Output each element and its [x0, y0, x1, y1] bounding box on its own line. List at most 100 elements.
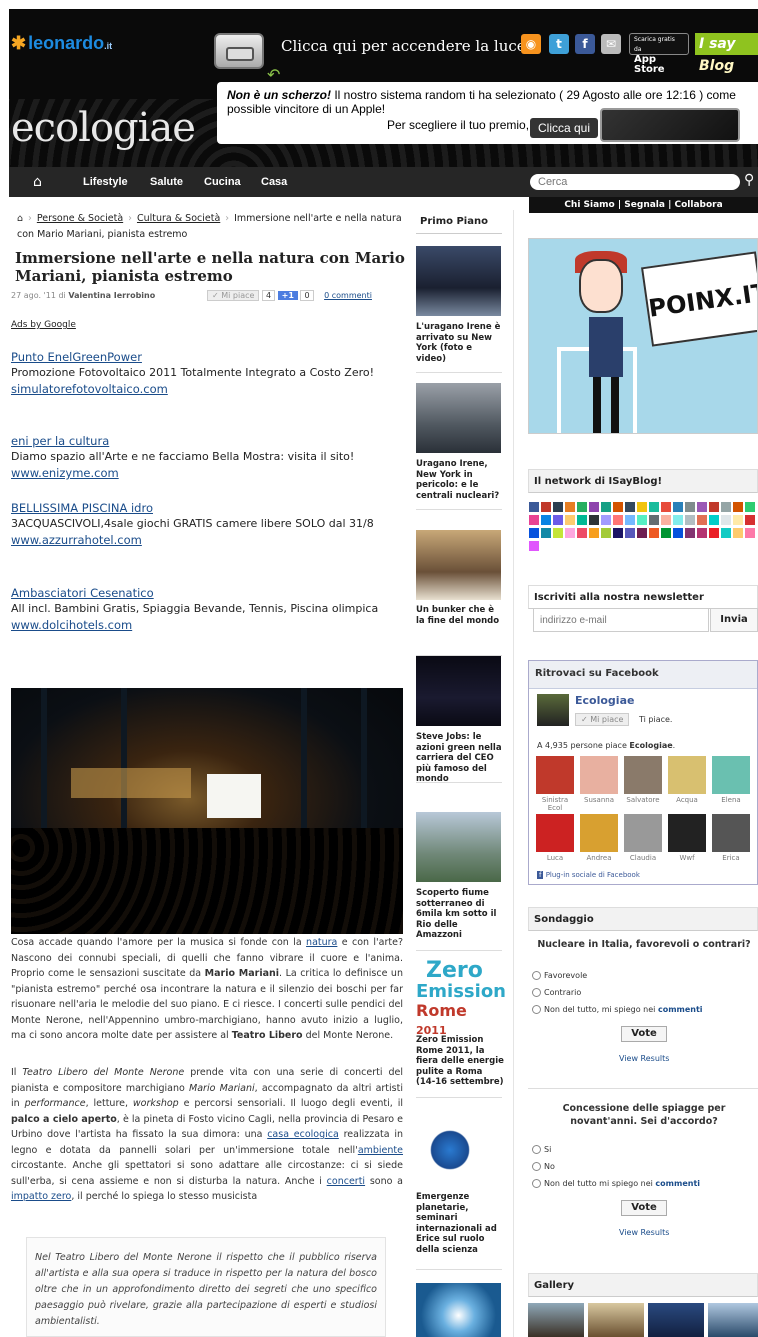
network-site-icon[interactable] [529, 541, 539, 551]
network-site-icon[interactable] [649, 502, 659, 512]
ad-url[interactable]: www.azzurrahotel.com [11, 532, 404, 548]
radio-button[interactable] [532, 1162, 541, 1171]
light-switch-label[interactable]: Clicca qui per accendere la luce [281, 37, 526, 55]
poll-option[interactable]: Si [532, 1145, 551, 1154]
facebook-page-name[interactable]: Ecologiae [575, 694, 634, 707]
light-switch-icon[interactable] [214, 33, 264, 69]
primo-piano-headline[interactable]: Emergenze planetarie, seminari internazi… [416, 1192, 504, 1255]
network-site-icon[interactable] [685, 528, 695, 538]
primo-piano-thumb[interactable] [416, 246, 501, 316]
poll-option[interactable]: Contrario [532, 988, 581, 997]
poll-option[interactable]: Non del tutto mi spiego nei commenti [532, 1179, 700, 1188]
vote-button[interactable]: Vote [621, 1200, 667, 1216]
network-site-icon[interactable] [601, 528, 611, 538]
network-site-icon[interactable] [529, 515, 539, 525]
network-site-icon[interactable] [697, 528, 707, 538]
ecologiae-page-avatar[interactable] [537, 694, 569, 726]
poll-option[interactable]: Favorevole [532, 971, 587, 980]
facebook-fan[interactable]: Susanna [579, 756, 619, 804]
ad-url[interactable]: simulatorefotovoltaico.com [11, 381, 404, 397]
facebook-fan[interactable]: Acqua [667, 756, 707, 804]
mail-icon[interactable]: ✉ [601, 34, 621, 54]
network-site-icon[interactable] [697, 502, 707, 512]
network-site-icon[interactable] [637, 515, 647, 525]
nav-item-casa[interactable]: Casa [261, 176, 287, 188]
network-site-icon[interactable] [625, 502, 635, 512]
nav-item-cucina[interactable]: Cucina [204, 176, 241, 188]
network-site-icon[interactable] [553, 515, 563, 525]
primo-piano-thumb[interactable] [416, 656, 501, 726]
network-site-icon[interactable] [625, 515, 635, 525]
facebook-fan[interactable]: Elena [711, 756, 751, 804]
network-site-icon[interactable] [637, 502, 647, 512]
network-site-icon[interactable] [601, 515, 611, 525]
zero-emission-logo[interactable]: Zero Emission Rome 2011 [416, 960, 506, 1037]
promo-banner[interactable]: Non è un scherzo! Il nostro sistema rand… [217, 82, 758, 144]
network-site-icon[interactable] [745, 502, 755, 512]
network-site-icon[interactable] [745, 515, 755, 525]
nav-item-salute[interactable]: Salute [150, 176, 183, 188]
network-site-icon[interactable] [541, 502, 551, 512]
newsletter-submit-button[interactable]: Invia [710, 608, 758, 632]
radio-button[interactable] [532, 971, 541, 980]
network-site-icon[interactable] [589, 515, 599, 525]
search-icon[interactable]: ⚲ [744, 172, 754, 188]
primo-piano-headline[interactable]: L'uragano Irene è arrivato su New York (… [416, 322, 504, 364]
facebook-plugin-label[interactable]: f Plug-in sociale di Facebook [537, 871, 640, 879]
network-site-icon[interactable] [613, 502, 623, 512]
comments-link[interactable]: 0 commenti [324, 291, 372, 300]
gallery-thumb[interactable] [528, 1303, 584, 1337]
radio-button[interactable] [532, 1179, 541, 1188]
network-site-icon[interactable] [733, 528, 743, 538]
network-site-icon[interactable] [601, 502, 611, 512]
ad-url[interactable]: www.enizyme.com [11, 465, 404, 481]
primo-piano-thumb[interactable] [416, 812, 501, 882]
primo-piano-thumb[interactable] [416, 1115, 501, 1185]
ecologiae-logo[interactable]: ecologiae [11, 105, 196, 151]
primo-piano-thumb[interactable] [416, 1283, 501, 1337]
author[interactable]: Valentina Ierrobino [68, 291, 155, 300]
facebook-fan[interactable]: Wwf [667, 814, 707, 862]
network-site-icon[interactable] [541, 528, 551, 538]
fb-like-button[interactable]: ✓ Mi piace [207, 290, 260, 301]
network-site-icon[interactable] [577, 502, 587, 512]
poll-option[interactable]: No [532, 1162, 555, 1171]
primo-piano-headline[interactable]: Zero Emission Rome 2011, la fiera delle … [416, 1035, 504, 1088]
primo-piano-headline[interactable]: Steve Jobs: le azioni green nella carrie… [416, 732, 504, 785]
network-site-icon[interactable] [529, 528, 539, 538]
poinx-ad[interactable]: POINX.IT [528, 238, 758, 434]
link-natura[interactable]: natura [306, 937, 337, 948]
link-casa-ecologica[interactable]: casa ecologica [267, 1129, 339, 1140]
gallery-thumb[interactable] [708, 1303, 758, 1337]
network-site-icon[interactable] [661, 515, 671, 525]
breadcrumb-link[interactable]: Cultura & Società [137, 213, 220, 224]
network-site-icon[interactable] [565, 502, 575, 512]
leonardo-logo[interactable]: ✱ leonardo.it [11, 33, 112, 54]
view-results-link[interactable]: View Results [619, 1054, 669, 1063]
network-site-icon[interactable] [721, 502, 731, 512]
network-site-icon[interactable] [613, 515, 623, 525]
network-site-icon[interactable] [577, 515, 587, 525]
network-site-icon[interactable] [709, 515, 719, 525]
network-site-icon[interactable] [709, 528, 719, 538]
home-icon[interactable]: ⌂ [33, 174, 42, 190]
ad-title[interactable]: Ambasciatori Cesenatico [11, 585, 404, 601]
network-site-icon[interactable] [637, 528, 647, 538]
network-site-icon[interactable] [553, 528, 563, 538]
radio-button[interactable] [532, 1005, 541, 1014]
breadcrumb-link[interactable]: Persone & Società [37, 213, 123, 224]
network-site-icon[interactable] [625, 528, 635, 538]
network-site-icon[interactable] [565, 515, 575, 525]
primo-piano-headline[interactable]: Un bunker che è la fine del mondo [416, 605, 504, 626]
network-site-icon[interactable] [697, 515, 707, 525]
gallery-thumb[interactable] [648, 1303, 704, 1337]
radio-button[interactable] [532, 1145, 541, 1154]
search-input[interactable] [530, 174, 740, 190]
plusone-button[interactable]: +1 [277, 291, 298, 300]
facebook-fan[interactable]: Salvatore [623, 756, 663, 804]
link-ambiente[interactable]: ambiente [358, 1145, 403, 1156]
network-site-icon[interactable] [685, 515, 695, 525]
nav-item-lifestyle[interactable]: Lifestyle [83, 176, 128, 188]
facebook-icon[interactable]: f [575, 34, 595, 54]
facebook-like-button[interactable]: ✓ Mi piace [575, 713, 630, 726]
